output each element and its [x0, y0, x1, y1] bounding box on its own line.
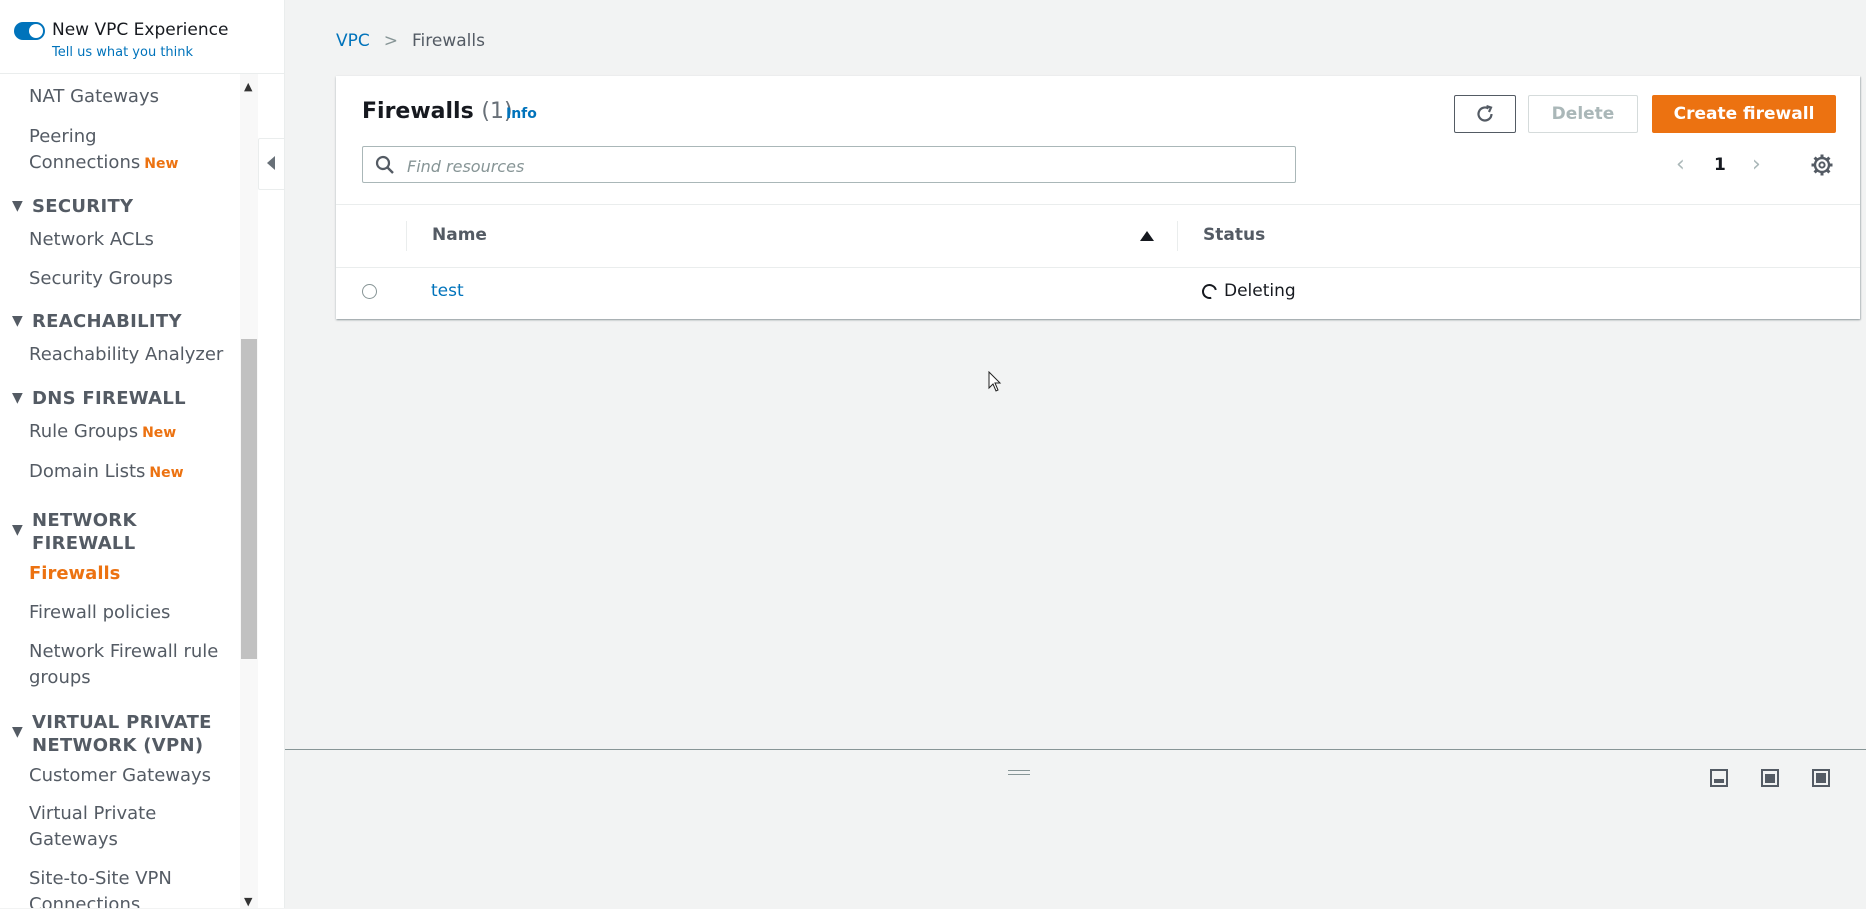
caret-down-icon: ▼ [12, 724, 24, 740]
caret-down-icon: ▼ [12, 198, 24, 214]
search-field[interactable] [362, 146, 1296, 183]
sidebar-section-vpn[interactable]: ▼ VIRTUAL PRIVATE NETWORK (VPN) [12, 711, 212, 757]
create-firewall-button[interactable]: Create firewall [1652, 95, 1836, 133]
caret-down-icon: ▼ [12, 522, 24, 538]
settings-icon[interactable] [1810, 153, 1834, 177]
column-header-name[interactable]: Name [432, 225, 487, 245]
sidebar-item-label: Connections [29, 894, 141, 908]
search-icon [375, 155, 394, 174]
sidebar-item-reachability-analyzer[interactable]: Reachability Analyzer [29, 342, 223, 368]
sidebar-item-domain-lists[interactable]: Domain Lists New [29, 459, 184, 486]
sidebar-item-label: Domain Lists [29, 461, 146, 482]
sidebar-item-label: Connections [29, 152, 141, 173]
sidebar-item-firewalls[interactable]: Firewalls [29, 561, 120, 587]
sidebar-item-label: groups [29, 667, 91, 688]
spinner-icon [1199, 280, 1220, 302]
sidebar-item-label: Security Groups [29, 268, 173, 289]
status-text: Deleting [1224, 281, 1296, 301]
sidebar-item-customer-gateways[interactable]: Customer Gateways [29, 763, 211, 789]
status-cell: Deleting [1199, 280, 1296, 302]
layout-bottom-icon[interactable] [1709, 768, 1729, 788]
sidebar-item-label: Customer Gateways [29, 765, 212, 786]
chevron-right-icon[interactable]: › [1752, 152, 1761, 177]
chevron-right-icon: > [383, 31, 399, 51]
sidebar-item-peering-connections[interactable]: Peering Connections New [29, 124, 178, 177]
sidebar-item-security-groups[interactable]: Security Groups [29, 266, 173, 292]
sidebar-item-nat-gateways[interactable]: NAT Gateways [29, 84, 159, 110]
sidebar-item-network-acls[interactable]: Network ACLs [29, 227, 154, 253]
sidebar-item-label: Peering [29, 126, 97, 147]
page-title: Firewalls (1) [362, 99, 513, 124]
search-input[interactable] [405, 154, 1289, 178]
scroll-up-icon[interactable]: ▲ [244, 80, 252, 93]
experience-toggle-area: New VPC Experience Tell us what you thin… [0, 0, 284, 74]
column-divider [1177, 221, 1178, 251]
new-badge: New [142, 425, 177, 441]
sidebar-item-rule-groups[interactable]: Rule Groups New [29, 419, 176, 446]
row-select-radio[interactable] [362, 284, 377, 299]
cursor-icon [988, 371, 1002, 392]
delete-button[interactable]: Delete [1528, 95, 1638, 133]
breadcrumb-current: Firewalls [412, 31, 485, 51]
section-label: NETWORK (VPN) [32, 735, 204, 756]
sidebar-item-label: Reachability Analyzer [29, 344, 224, 365]
sidebar: New VPC Experience Tell us what you thin… [0, 0, 285, 908]
section-label: REACHABILITY [32, 311, 182, 332]
sidebar-item-label: NAT Gateways [29, 86, 159, 107]
toggle-knob [29, 24, 43, 38]
breadcrumb: VPC > Firewalls [336, 31, 485, 51]
table-header: Name Status [336, 204, 1860, 268]
chevron-left-icon[interactable]: ‹ [1676, 152, 1685, 177]
new-badge: New [149, 465, 184, 481]
caret-down-icon: ▼ [12, 313, 24, 329]
sidebar-item-label: Firewalls [29, 563, 121, 584]
split-panel [285, 749, 1866, 909]
section-label: NETWORK [32, 510, 137, 531]
sidebar-item-virtual-private-gateways[interactable]: Virtual Private Gateways [29, 801, 156, 853]
breadcrumb-vpc-link[interactable]: VPC [336, 31, 370, 51]
new-badge: New [144, 156, 179, 172]
firewalls-table-panel: Firewalls (1) Info Delete Create firewal… [336, 76, 1860, 319]
layout-full-icon[interactable] [1811, 768, 1831, 788]
feedback-link[interactable]: Tell us what you think [52, 45, 193, 60]
section-label: VIRTUAL PRIVATE [32, 712, 212, 733]
firewall-name-link[interactable]: test [431, 281, 464, 301]
sidebar-item-firewall-policies[interactable]: Firewall policies [29, 600, 170, 626]
scroll-down-icon[interactable]: ▼ [244, 895, 252, 908]
sidebar-scrollbar[interactable]: ▲ ▼ [240, 74, 258, 908]
sidebar-item-label: Site-to-Site VPN [29, 868, 172, 889]
current-page[interactable]: 1 [1714, 155, 1726, 175]
section-label: DNS FIREWALL [32, 388, 186, 409]
layout-side-icon[interactable] [1760, 768, 1780, 788]
experience-toggle-label: New VPC Experience [52, 20, 229, 40]
sidebar-item-network-firewall-rule-groups[interactable]: Network Firewall rule groups [29, 639, 218, 691]
column-header-status[interactable]: Status [1203, 225, 1265, 245]
sidebar-item-label: Network ACLs [29, 229, 154, 250]
sidebar-item-label: Gateways [29, 829, 118, 850]
refresh-button[interactable] [1454, 95, 1516, 133]
resize-handle-icon[interactable] [1008, 770, 1030, 776]
column-divider [406, 221, 407, 251]
sidebar-section-dns-firewall[interactable]: ▼ DNS FIREWALL [12, 387, 186, 410]
sidebar-section-network-firewall[interactable]: ▼ NETWORK FIREWALL [12, 509, 137, 555]
section-label: FIREWALL [32, 533, 136, 554]
sidebar-nav: NAT Gateways Peering Connections New ▼ SEC… [0, 74, 240, 908]
sidebar-item-label: Firewall policies [29, 602, 171, 623]
sidebar-item-site-to-site-vpn[interactable]: Site-to-Site VPN Connections [29, 866, 172, 908]
refresh-icon [1477, 104, 1493, 122]
scrollbar-thumb[interactable] [241, 339, 257, 659]
collapse-sidebar-icon[interactable] [258, 138, 284, 190]
caret-down-icon: ▼ [12, 390, 24, 406]
sidebar-section-reachability[interactable]: ▼ REACHABILITY [12, 310, 182, 333]
sort-asc-icon[interactable] [1140, 231, 1154, 241]
panel-title-text: Firewalls [362, 99, 474, 124]
sidebar-section-security[interactable]: ▼ SECURITY [12, 195, 133, 218]
table-row[interactable]: test Deleting [336, 267, 1860, 319]
new-vpc-experience-toggle[interactable] [14, 22, 45, 40]
info-link[interactable]: Info [506, 106, 537, 122]
sidebar-item-label: Network Firewall rule [29, 641, 219, 662]
sidebar-item-label: Virtual Private [29, 803, 157, 824]
section-label: SECURITY [32, 196, 134, 217]
sidebar-item-label: Rule Groups [29, 421, 139, 442]
